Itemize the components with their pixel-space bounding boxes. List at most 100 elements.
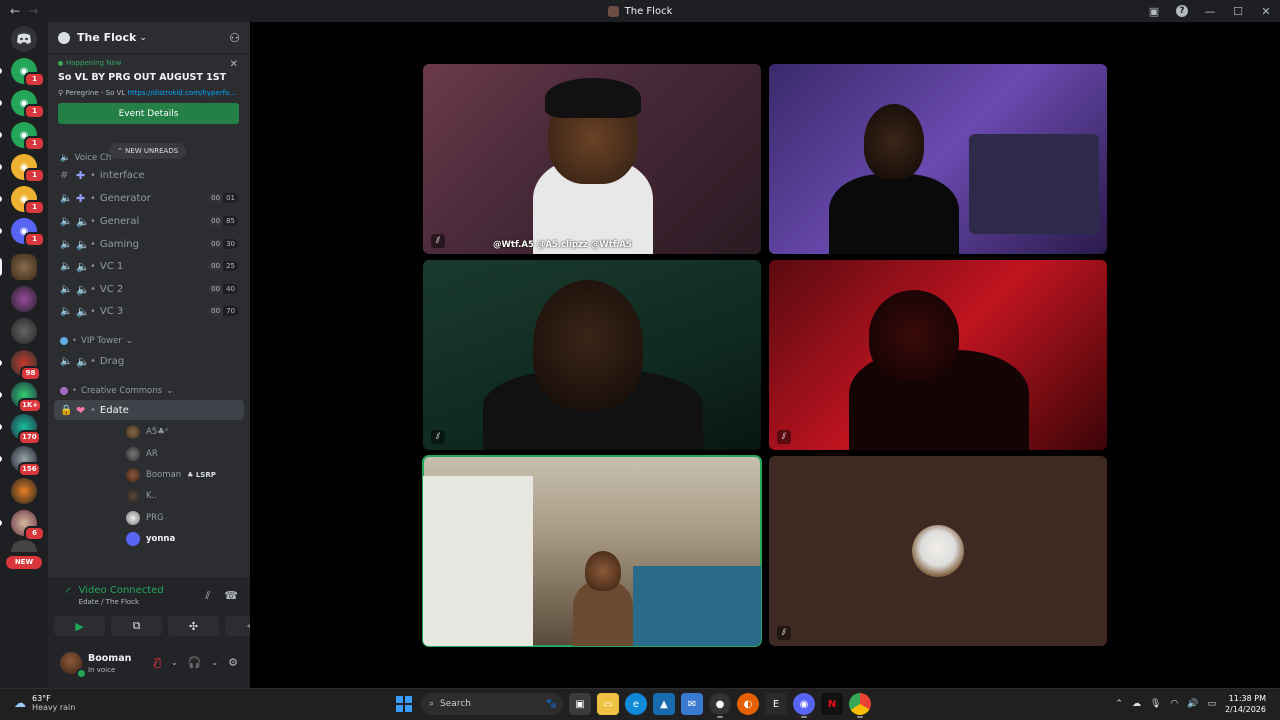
firefox-icon[interactable]: ◐ <box>737 693 759 715</box>
system-tray: ⌃ ☁ 🎙 ◠ 🔊 ▭ 11:38 PM 2/14/2026 <box>1115 693 1266 715</box>
channel-vc2[interactable]: 🔈 🔈 • VC 2 00 40 <box>54 279 244 299</box>
clock[interactable]: 11:38 PM 2/14/2026 <box>1225 693 1266 715</box>
signal-icon[interactable]: ◜ <box>66 585 71 599</box>
username[interactable]: Booman <box>88 653 131 664</box>
rain-cloud-icon: ☁ <box>14 696 26 710</box>
epic-games-icon[interactable]: E <box>765 693 787 715</box>
camera-button[interactable]: ▶ <box>54 616 105 636</box>
muted-mic-icon: ⫽ <box>431 430 445 444</box>
activities-button[interactable]: ✣ <box>168 616 219 636</box>
server-icon-14[interactable] <box>11 478 37 504</box>
screen-share-button[interactable]: ⧉ <box>111 616 162 636</box>
lock-icon: 🔒 <box>60 404 73 416</box>
mention-badge: 1 <box>24 136 45 151</box>
new-unreads-button[interactable]: ⌃ NEW UNREADS <box>109 143 187 159</box>
mention-badge: 170 <box>18 430 41 445</box>
avatar <box>126 425 140 439</box>
event-link[interactable]: https://distrokid.com/hyperfo... <box>128 89 236 97</box>
video-tile-2[interactable] <box>769 64 1107 254</box>
chevron-up-icon[interactable]: ⌃ <box>1115 699 1123 709</box>
add-user-icon[interactable]: ⚇ <box>229 31 240 45</box>
gear-icon[interactable]: ⚙ <box>228 656 238 669</box>
microphone-icon[interactable]: 🎙 <box>1150 699 1161 709</box>
mention-badge: 1 <box>24 72 45 87</box>
obs-icon[interactable]: ● <box>709 693 731 718</box>
channel-generator[interactable]: 🔈 ✚ • Generator 00 01 <box>54 188 244 208</box>
server-icon-8[interactable] <box>11 286 37 312</box>
event-banner: Happening Now ✕ So VL BY PRG OUT AUGUST … <box>48 55 250 135</box>
inbox-icon[interactable]: ▣ <box>1140 5 1168 18</box>
netflix-icon[interactable]: N <box>821 693 843 715</box>
title-bar: ← → The Flock ▣ ? — ☐ ✕ <box>0 0 1280 22</box>
help-icon[interactable]: ? <box>1176 5 1188 17</box>
voice-status[interactable]: Video Connected <box>79 585 164 596</box>
noise-suppression-icon[interactable]: ⫽ <box>205 589 210 603</box>
video-tile-yonna[interactable] <box>422 455 762 647</box>
edge-icon[interactable]: e <box>625 693 647 715</box>
chrome-icon[interactable] <box>849 693 871 718</box>
voice-panel: ◜ Video Connected Edate / The Flock ⫽ ☎ … <box>48 578 276 644</box>
close-button[interactable]: ✕ <box>1252 5 1280 18</box>
battery-icon[interactable]: ▭ <box>1207 699 1216 709</box>
server-rail: ◉ 1 ◉ 1 ◉ 1 ◉ 1 ◉ 1 ◉ 1 98 1K+ 170 156 6… <box>0 22 48 688</box>
user-limit-badge: 00 40 <box>208 284 238 294</box>
chevron-down-icon[interactable]: ⌄ <box>211 658 218 667</box>
guild-header[interactable]: The Flock ⌄ ⚇ <box>48 22 250 54</box>
speaker-icon: 🔈 <box>60 192 73 204</box>
minimize-button[interactable]: — <box>1196 5 1224 18</box>
mention-badge: 1 <box>24 168 45 183</box>
channel-edate[interactable]: 🔒 ❤ • Edate <box>54 400 244 420</box>
back-arrow-icon[interactable]: ← <box>10 4 20 18</box>
disconnect-icon[interactable]: ☎ <box>224 589 238 603</box>
volume-icon[interactable]: 🔊 <box>1187 699 1198 709</box>
globe-icon <box>60 337 68 345</box>
video-tile-3[interactable]: ⫽ <box>423 260 761 450</box>
speaker-icon: 🔈 <box>76 282 90 296</box>
channel-vc1[interactable]: 🔈 🔈 • VC 1 00 25 <box>54 256 244 276</box>
close-icon[interactable]: ✕ <box>230 59 238 70</box>
speaker-icon: 🔈 <box>60 215 73 227</box>
channel-interface[interactable]: # ✚ • interface <box>54 165 244 185</box>
taskbar-search[interactable]: ⌕ Search 🐾 <box>421 693 563 715</box>
mention-badge: 1K+ <box>18 398 43 413</box>
category-creative-commons[interactable]: • Creative Commons ⌄ <box>60 386 173 396</box>
muted-mic-icon: ⫽ <box>777 626 791 640</box>
windows-start-icon[interactable] <box>393 693 415 715</box>
channel-general[interactable]: 🔈 🔈 • General 00 85 <box>54 211 244 231</box>
file-explorer-icon[interactable]: ▭ <box>597 693 619 715</box>
maximize-button[interactable]: ☐ <box>1224 5 1252 18</box>
event-details-button[interactable]: Event Details <box>58 103 239 124</box>
channel-vc3[interactable]: 🔈 🔈 • VC 3 00 70 <box>54 301 244 321</box>
forward-arrow-icon[interactable]: → <box>28 4 38 18</box>
video-tile-a5[interactable]: ⫽ @Wtf.A5 @A5.clipzz @Wtf.A5 <box>423 64 761 254</box>
search-highlight-icon: 🐾 <box>545 699 557 709</box>
weather-widget[interactable]: ☁ 63°F Heavy rain <box>14 694 75 712</box>
network-icon[interactable]: ☁ <box>1132 699 1141 709</box>
discord-icon[interactable]: ◉ <box>793 693 815 718</box>
palette-icon <box>60 387 68 395</box>
discord-home-icon[interactable] <box>11 26 37 52</box>
server-icon-flock[interactable] <box>11 254 37 280</box>
category-voice-channels[interactable]: 🔈 Voice Ch <box>60 153 111 163</box>
task-view-icon[interactable]: ▣ <box>569 693 591 715</box>
channel-drag[interactable]: 🔈 🔈 • Drag <box>54 351 244 371</box>
category-vip-tower[interactable]: • VIP Tower ⌄ <box>60 336 133 346</box>
mention-badge: 1 <box>24 104 45 119</box>
server-icon-9[interactable] <box>11 318 37 344</box>
server-icon-16[interactable] <box>11 540 37 552</box>
wifi-icon[interactable]: ◠ <box>1170 699 1178 709</box>
voice-location[interactable]: Edate / The Flock <box>79 598 164 606</box>
speaker-icon: 🔈 <box>76 304 90 318</box>
outlook-icon[interactable]: ✉ <box>681 693 703 715</box>
new-unreads-pill[interactable]: NEW <box>6 556 42 569</box>
user-panel: Booman In voice 🎙̸ ⌄ 🎧 ⌄ ⚙ <box>48 644 250 688</box>
channel-gaming[interactable]: 🔈 🔈 • Gaming 00 30 <box>54 234 244 254</box>
photos-icon[interactable]: ▲ <box>653 693 675 715</box>
headphones-icon[interactable]: 🎧 <box>188 656 202 669</box>
mute-mic-icon[interactable]: 🎙̸ <box>154 656 161 669</box>
windows-taskbar: ☁ 63°F Heavy rain ⌕ Search 🐾 ▣ ▭ e ▲ ✉ ●… <box>0 688 1280 720</box>
chevron-down-icon[interactable]: ⌄ <box>171 658 178 667</box>
video-tile-4[interactable]: ⫽ <box>769 260 1107 450</box>
video-tile-avatar[interactable]: ⫽ <box>769 456 1107 646</box>
speaker-icon: 🔈 <box>60 305 73 317</box>
